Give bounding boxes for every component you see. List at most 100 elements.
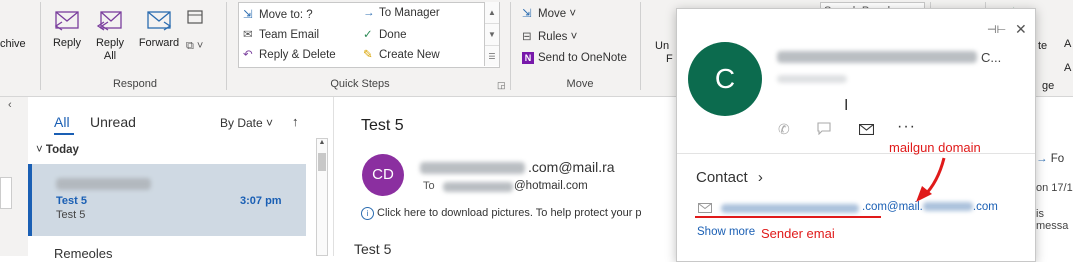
rules-label: Rules — [538, 31, 568, 43]
info-icon: i — [361, 207, 374, 220]
chevron-down-icon: ˅ — [36, 144, 43, 156]
sort-by-date-button[interactable]: By Date ˅ — [220, 116, 273, 130]
quick-steps-gallery: ⇲ Move to: ? ✉ Team Email ↶ Reply & Delete … — [238, 2, 500, 68]
send-to-onenote-button[interactable]: N Send to OneNote — [522, 52, 627, 64]
forward-button[interactable]: Forward — [136, 6, 182, 50]
annotation-arrow — [916, 157, 946, 202]
contact-section-label: Contact — [696, 169, 748, 186]
annotation-mailgun-domain: mailgun domain — [889, 140, 981, 155]
group-header-today[interactable]: ˅ Today — [36, 144, 79, 156]
message-body: Test 5 — [354, 241, 392, 257]
reply-icon — [54, 11, 79, 31]
sender-avatar[interactable]: CD — [362, 154, 404, 196]
list-item-time: 3:07 pm — [240, 195, 282, 207]
to-manager-icon: → — [363, 7, 375, 19]
contact-name-suffix: C... — [981, 50, 1002, 65]
tab-all-underline — [54, 133, 74, 135]
text-cursor-icon: I — [844, 97, 849, 114]
mail-icon[interactable] — [858, 123, 875, 138]
done-icon: ✓ — [363, 29, 373, 41]
pin-icon[interactable]: ⊣⊢ — [987, 23, 1006, 36]
contact-card: ⊣⊢ ✕ C C... I ✆ ··· Contact › .com@mail.… — [676, 8, 1036, 262]
rules-button[interactable]: ⊟ Rules ˅ — [522, 29, 577, 43]
quick-step-team-email[interactable]: ✉ Team Email — [243, 27, 319, 41]
scroll-up-icon[interactable]: ▲ — [317, 139, 327, 146]
list-item-subject: Test 5 — [56, 195, 87, 207]
infobar-text: Click here to download pictures. To help… — [377, 207, 642, 219]
chevron-right-icon: › — [757, 169, 763, 186]
create-new-icon: ✎ — [363, 49, 373, 61]
annotation-sender-email: Sender emai — [761, 226, 835, 241]
team-email-icon: ✉ — [243, 29, 253, 41]
respond-group-label: Respond — [112, 78, 158, 90]
move-group-label: Move — [566, 78, 594, 90]
quick-step-reply-delete[interactable]: ↶ Reply & Delete — [243, 47, 336, 61]
reply-label: Reply — [52, 37, 82, 49]
meeting-icon[interactable] — [186, 8, 204, 29]
date-partial: on 17/1 — [1036, 182, 1073, 194]
onenote-icon: N — [522, 52, 538, 64]
sender-address-redacted — [420, 162, 525, 174]
reply-button[interactable]: Reply — [48, 6, 86, 50]
more-icon[interactable]: ··· — [897, 118, 916, 136]
quick-step-move-to[interactable]: ⇲ Move to: ? — [243, 7, 313, 21]
chat-icon[interactable] — [817, 122, 831, 138]
folder-pane-item[interactable] — [0, 177, 12, 209]
card-divider — [677, 153, 1035, 154]
message-note-partial: is messa — [1036, 208, 1069, 232]
quick-steps-launcher-icon[interactable]: ◲ — [497, 80, 506, 91]
archive-button[interactable]: chive — [0, 38, 26, 51]
reply-delete-icon: ↶ — [243, 49, 253, 61]
quick-step-to-manager[interactable]: → To Manager — [363, 7, 440, 19]
reply-all-label-1: Reply — [95, 37, 125, 49]
quick-step-done[interactable]: ✓ Done — [363, 27, 407, 41]
close-icon[interactable]: ✕ — [1015, 21, 1027, 38]
sender-underline — [695, 216, 881, 218]
sort-label: By Date — [220, 116, 263, 130]
ribbon-separator — [510, 2, 511, 90]
rules-icon: ⊟ — [522, 31, 532, 43]
tab-all[interactable]: All — [54, 114, 70, 130]
forward-label: Forward — [138, 37, 180, 49]
more-respond-icon[interactable]: ⧉ ˅ — [186, 40, 203, 53]
tab-unread[interactable]: Unread — [90, 114, 136, 130]
move-button[interactable]: ⇲ Move ˅ — [522, 6, 576, 20]
reply-all-button[interactable]: Reply All — [90, 6, 130, 63]
forward-partial[interactable]: → Fo — [1036, 153, 1064, 165]
partial-ribbon-text: te — [1038, 40, 1048, 52]
scroll-down-icon[interactable]: ▼ — [485, 24, 499, 46]
expand-gallery-icon[interactable]: ☰ — [485, 46, 499, 67]
download-pictures-infobar[interactable]: i Click here to download pictures. To hel… — [361, 207, 676, 220]
done-label: Done — [379, 29, 407, 41]
reply-delete-label: Reply & Delete — [259, 49, 336, 61]
message-list-scrollbar[interactable]: ▲ — [316, 138, 328, 256]
recipient-address[interactable]: @hotmail.com — [514, 180, 588, 192]
expand-folder-pane-icon[interactable]: ‹ — [8, 99, 12, 111]
sort-direction-icon[interactable]: ↑ — [292, 114, 299, 129]
scroll-up-icon[interactable]: ▲ — [485, 2, 499, 24]
sender-name-redacted — [56, 178, 151, 190]
to-label: To — [423, 180, 435, 192]
move-to-icon: ⇲ — [243, 9, 253, 21]
show-more-link[interactable]: Show more — [697, 226, 755, 238]
partial-ribbon-text: A — [1064, 38, 1072, 50]
sender-address[interactable]: .com@mail.ra — [528, 159, 615, 175]
ribbon-separator — [226, 2, 227, 90]
contact-name-redacted — [777, 51, 977, 63]
email-envelope-icon — [698, 202, 712, 216]
partial-ribbon-text: F — [666, 53, 673, 65]
create-new-label: Create New — [379, 49, 440, 61]
forward-icon — [147, 11, 172, 31]
move-icon: ⇲ — [522, 8, 532, 20]
contact-section-header[interactable]: Contact › — [696, 169, 763, 186]
quick-steps-scroll[interactable]: ▲ ▼ ☰ — [484, 2, 499, 66]
team-email-label: Team Email — [259, 29, 320, 41]
contact-email-tld: .com — [972, 201, 998, 213]
message-subject: Test 5 — [361, 117, 404, 134]
scrollbar-thumb[interactable] — [318, 153, 326, 171]
list-item-next[interactable]: Remeoles — [54, 246, 113, 261]
phone-icon[interactable]: ✆ — [778, 121, 790, 138]
quick-step-create-new[interactable]: ✎ Create New — [363, 47, 440, 61]
chevron-down-icon: ˅ — [266, 116, 274, 130]
folder-pane-collapsed[interactable]: ‹ — [0, 97, 29, 256]
